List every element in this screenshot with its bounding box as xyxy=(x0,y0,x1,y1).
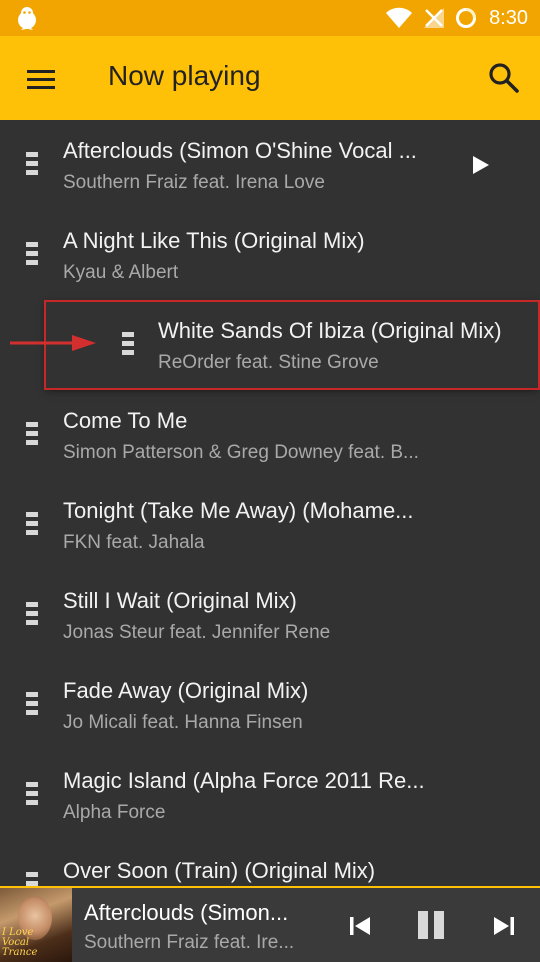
annotation-arrow-icon xyxy=(10,335,96,351)
track-row[interactable]: Afterclouds (Simon O'Shine Vocal ... Sou… xyxy=(0,120,540,210)
drag-handle-icon[interactable] xyxy=(24,691,40,717)
now-playing-bar[interactable]: I Love Vocal Trance Afterclouds (Simon..… xyxy=(0,886,540,962)
track-row[interactable]: Still I Wait (Original Mix) Jonas Steur … xyxy=(0,570,540,660)
dragged-track-row[interactable]: White Sands Of Ibiza (Original Mix) ReOr… xyxy=(46,302,538,388)
drag-handle-icon[interactable] xyxy=(24,511,40,537)
track-row[interactable]: Come To Me Simon Patterson & Greg Downey… xyxy=(0,390,540,480)
menu-icon[interactable] xyxy=(24,62,60,98)
drag-handle-icon[interactable] xyxy=(24,241,40,267)
track-row[interactable]: Fade Away (Original Mix) Jo Micali feat.… xyxy=(0,660,540,750)
now-playing-artist: Southern Fraiz feat. Ire... xyxy=(84,932,295,953)
track-row[interactable]: Tonight (Take Me Away) (Mohame... FKN fe… xyxy=(0,480,540,570)
track-artist: Jonas Steur feat. Jennifer Rene xyxy=(63,622,331,643)
now-playing-title: Afterclouds (Simon... xyxy=(84,900,289,925)
drag-handle-icon[interactable] xyxy=(24,601,40,627)
track-row[interactable]: Over Soon (Train) (Original Mix) xyxy=(0,840,540,888)
track-title: White Sands Of Ibiza (Original Mix) xyxy=(158,318,502,343)
track-title: Magic Island (Alpha Force 2011 Re... xyxy=(63,768,425,793)
wifi-icon xyxy=(386,7,413,28)
track-title: Over Soon (Train) (Original Mix) xyxy=(63,858,376,883)
pause-icon[interactable] xyxy=(414,907,448,943)
track-artist: Southern Fraiz feat. Irena Love xyxy=(63,172,325,193)
now-playing-icon xyxy=(473,156,489,174)
track-row[interactable]: A Night Like This (Original Mix) Kyau & … xyxy=(0,210,540,300)
drag-handle-icon[interactable] xyxy=(120,331,136,357)
status-bar: 8:30 xyxy=(0,0,540,36)
track-title: Still I Wait (Original Mix) xyxy=(63,588,297,613)
drag-handle-icon[interactable] xyxy=(24,151,40,177)
track-artist: Simon Patterson & Greg Downey feat. B... xyxy=(63,442,419,463)
track-artist: Kyau & Albert xyxy=(63,262,179,283)
track-title: Afterclouds (Simon O'Shine Vocal ... xyxy=(63,138,417,163)
drag-handle-icon[interactable] xyxy=(24,421,40,447)
page-title: Now playing xyxy=(108,60,261,91)
track-title: Fade Away (Original Mix) xyxy=(63,678,309,703)
track-title: Come To Me xyxy=(63,408,188,433)
skip-previous-icon[interactable] xyxy=(344,910,376,942)
track-title: Tonight (Take Me Away) (Mohame... xyxy=(63,498,414,523)
status-icons: 8:30 xyxy=(385,6,528,30)
battery-charging-icon xyxy=(456,8,477,28)
track-artist: Jo Micali feat. Hanna Finsen xyxy=(63,712,303,733)
album-art-text: I Love Vocal Trance xyxy=(2,927,38,958)
track-row[interactable]: Magic Island (Alpha Force 2011 Re... Alp… xyxy=(0,750,540,840)
playlist: Afterclouds (Simon O'Shine Vocal ... Sou… xyxy=(0,120,540,888)
status-time: 8:30 xyxy=(489,6,528,29)
skip-next-icon[interactable] xyxy=(488,910,520,942)
signal-icon xyxy=(424,8,445,28)
notification-penguin-icon xyxy=(18,7,36,30)
track-artist: Alpha Force xyxy=(63,802,166,823)
search-icon[interactable] xyxy=(486,60,522,96)
track-artist: ReOrder feat. Stine Grove xyxy=(158,352,379,373)
track-artist: FKN feat. Jahala xyxy=(63,532,205,553)
app-bar: Now playing xyxy=(0,36,540,120)
album-art[interactable]: I Love Vocal Trance xyxy=(0,888,72,962)
drag-handle-icon[interactable] xyxy=(24,781,40,807)
track-title: A Night Like This (Original Mix) xyxy=(63,228,365,253)
